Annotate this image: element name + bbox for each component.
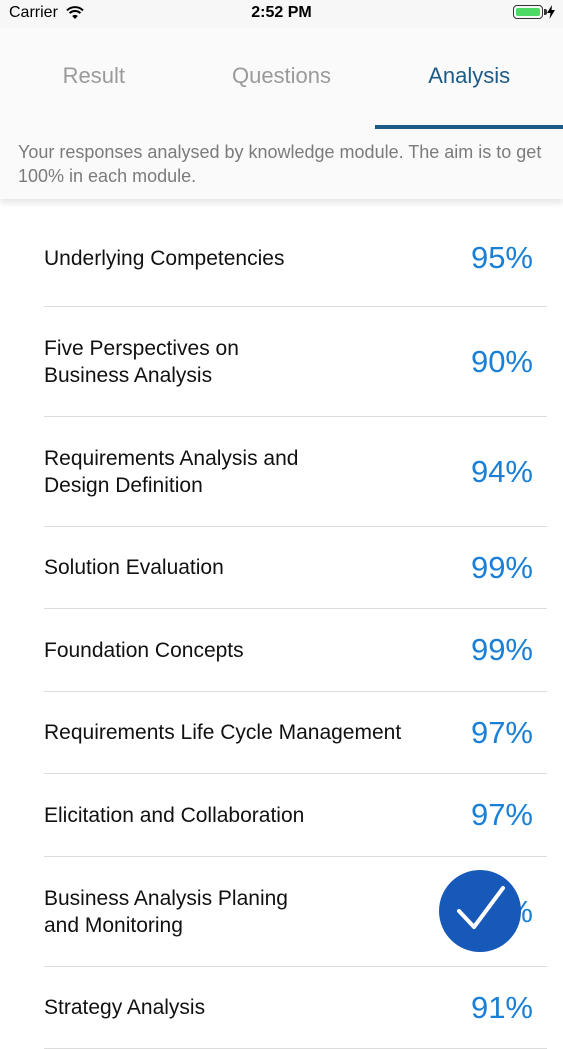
checkmark-icon (457, 886, 505, 929)
tab-bar: Result Questions Analysis (0, 28, 563, 129)
clock: 2:52 PM (251, 4, 312, 21)
list-item[interactable]: Elicitation and Collaboration 97% (44, 774, 547, 857)
list-item[interactable]: Underlying Competencies 95% (44, 210, 547, 307)
charging-icon (547, 5, 555, 19)
module-score: 97% (470, 714, 533, 750)
module-score: 95% (470, 240, 533, 275)
module-score: 91% (470, 989, 533, 1025)
module-score: 99% (470, 549, 533, 585)
list-item[interactable]: Solution Evaluation 99% (44, 527, 547, 609)
list-item[interactable]: Foundation Concepts 99% (44, 609, 547, 692)
list-item[interactable]: Five Perspectives on Business Analysis 9… (44, 307, 547, 417)
module-name: Solution Evaluation (44, 556, 224, 579)
submit-fab-button[interactable] (439, 870, 521, 952)
analysis-description: Your responses analysed by knowledge mod… (0, 129, 563, 199)
module-score: 94% (470, 453, 533, 489)
module-score: 97% (470, 797, 533, 832)
tab-questions[interactable]: Questions (188, 28, 376, 129)
list-item[interactable]: Requirements Life Cycle Management 97% (44, 692, 547, 774)
module-name: Five Perspectives on Business Analysis (44, 336, 239, 387)
module-name: Business Analysis Planing and Monitoring (44, 886, 288, 937)
list-item[interactable]: Strategy Analysis 91% (44, 967, 547, 1049)
module-name: Requirements Analysis and Design Definit… (44, 446, 299, 497)
status-right (513, 5, 555, 19)
module-score: 90% (470, 343, 533, 379)
module-name: Elicitation and Collaboration (44, 803, 305, 827)
module-name: Requirements Life Cycle Management (44, 721, 402, 744)
list-item[interactable]: Requirements Analysis and Design Definit… (44, 417, 547, 527)
status-bar: Carrier 2:52 PM (0, 0, 563, 28)
tab-analysis[interactable]: Analysis (375, 28, 563, 129)
module-name: Strategy Analysis (44, 996, 206, 1019)
tab-result[interactable]: Result (0, 28, 188, 129)
module-score: 99% (470, 632, 533, 667)
module-name: Foundation Concepts (44, 638, 244, 662)
module-name: Underlying Competencies (44, 246, 285, 270)
battery-icon (513, 5, 547, 19)
